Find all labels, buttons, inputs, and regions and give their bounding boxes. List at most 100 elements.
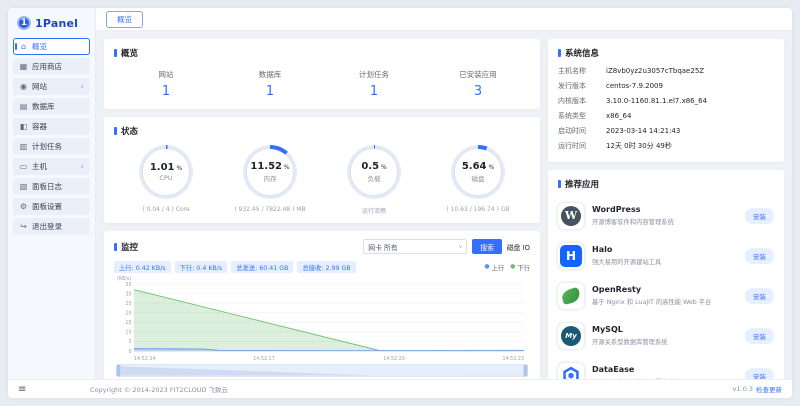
chart-legend: ● 上行 ● 下行: [484, 263, 530, 272]
info-label: 启动时间: [558, 127, 606, 136]
install-button[interactable]: 安装: [745, 328, 774, 344]
stat-value-link[interactable]: 1: [114, 84, 218, 99]
stat-label: 数据库: [218, 69, 322, 80]
gauge-sub: ( 932.45 / 7822.48 ) MB: [234, 206, 305, 213]
stat-label: 已安装应用: [426, 69, 530, 80]
sidebar-item-database[interactable]: ▤ 数据库: [13, 98, 90, 115]
traffic-tags: 上行: 0.42 KB/s 下行: 0.4 KB/s 总发送: 60.41 GB…: [114, 261, 530, 273]
stat-database: 数据库 1: [218, 69, 322, 99]
gauge-label: 磁盘: [472, 173, 485, 183]
gauge-ring: 5.64 % 磁盘: [451, 145, 505, 199]
install-button[interactable]: 安装: [745, 368, 774, 379]
sidebar-item-label: 主机: [32, 161, 47, 172]
svg-text:5: 5: [128, 339, 131, 345]
section-title-text: 系统信息: [565, 47, 599, 59]
brand-logo[interactable]: 1 1Panel: [13, 14, 90, 38]
stat-value-link[interactable]: 1: [322, 84, 426, 99]
monitor-controls: 网卡 所有 ∨ 搜索 磁盘 IO: [363, 239, 530, 254]
database-icon: ▤: [19, 102, 28, 111]
left-column: 概览 网站 1 数据库 1 计划任务: [104, 39, 540, 371]
install-button[interactable]: 安装: [745, 208, 774, 224]
section-title-monitor: 监控: [114, 241, 138, 253]
sidebar-item-panel-logs[interactable]: ▧ 面板日志: [13, 178, 90, 195]
sidebar-item-label: 退出登录: [32, 221, 62, 232]
disk-io-link[interactable]: 磁盘 IO: [507, 242, 530, 252]
logout-icon: ↪: [19, 222, 28, 231]
gauge-cpu: 1.01 % CPU ( 0.04 / 4 ) Core: [114, 145, 218, 215]
app-row-wordpress: W WordPress 开源博客软件和内容管理系统 安装: [558, 196, 774, 236]
gauge-value: 11.52 %: [250, 161, 289, 172]
stat-installed-apps: 已安装应用 3: [426, 69, 530, 99]
app-meta: MySQL 开源关系型数据库管理系统: [592, 325, 737, 346]
sidebar-item-label: 概览: [32, 41, 47, 52]
sidebar-menu: ⌂ 概览 ▦ 应用商店 ◉ 网站 ∨ ▤ 数据库 ◧ 容: [13, 38, 90, 235]
sidebar-item-label: 应用商店: [32, 61, 62, 72]
stat-value-link[interactable]: 1: [218, 84, 322, 99]
gauge-inner: 1.01 % CPU: [143, 149, 189, 195]
stat-value-link[interactable]: 3: [426, 84, 530, 99]
sidebar-item-website[interactable]: ◉ 网站 ∨: [13, 78, 90, 95]
gear-icon: ⚙: [19, 202, 28, 211]
sidebar-item-logout[interactable]: ↪ 退出登录: [13, 218, 90, 235]
gauge-sub: ( 10.63 / 196.74 ) GB: [446, 206, 509, 213]
install-button[interactable]: 安装: [745, 248, 774, 264]
sidebar-item-overview[interactable]: ⌂ 概览: [13, 38, 90, 55]
nic-select[interactable]: 网卡 所有 ∨: [363, 239, 467, 254]
main-area: 概览 概览 网站 1: [96, 8, 792, 379]
gauge-label: 内存: [264, 173, 277, 183]
info-row-uptime: 运行时间 12天 0时 30分 49秒: [558, 142, 774, 151]
status-gauges: 1.01 % CPU ( 0.04 / 4 ) Core 11.52 %: [114, 143, 530, 215]
app-name: WordPress: [592, 205, 737, 214]
gauge-inner: 0.5 % 负载: [351, 149, 397, 195]
footer: ≡ Copyright © 2014-2023 FIT2CLOUD 飞致云 v1…: [8, 379, 792, 398]
version-label: v1.0.3: [733, 385, 753, 393]
svg-text:14:52:23: 14:52:23: [502, 356, 524, 362]
sidebar-item-cronjob[interactable]: ▥ 计划任务: [13, 138, 90, 155]
tab-overview[interactable]: 概览: [106, 11, 143, 28]
openresty-glyph: [560, 286, 581, 304]
info-label: 系统类型: [558, 112, 606, 121]
app-meta: OpenResty 基于 Nginx 和 LuaJIT 的高性能 Web 平台: [592, 285, 737, 306]
search-button[interactable]: 搜索: [472, 239, 502, 254]
gauge-inner: 11.52 % 内存: [247, 149, 293, 195]
logo-icon: 1: [17, 16, 31, 30]
halo-icon: H: [558, 243, 584, 269]
section-title-apps: 推荐应用: [558, 178, 774, 190]
app-name: MySQL: [592, 325, 737, 334]
halo-glyph: H: [560, 245, 582, 267]
sidebar-item-label: 面板日志: [32, 181, 62, 192]
section-title-text: 状态: [121, 125, 138, 137]
section-title-text: 监控: [121, 241, 138, 253]
collapse-sidebar-icon[interactable]: ≡: [8, 384, 86, 395]
check-update-link[interactable]: 检查更新: [756, 384, 782, 394]
legend-dot-icon: ●: [510, 264, 515, 270]
chart-datazoom-slider[interactable]: [114, 364, 530, 377]
app-desc: 基于 Nginx 和 LuaJIT 的高性能 Web 平台: [592, 297, 737, 306]
stat-label: 计划任务: [322, 69, 426, 80]
info-label: 运行时间: [558, 142, 606, 151]
app-row-openresty: OpenResty 基于 Nginx 和 LuaJIT 的高性能 Web 平台 …: [558, 276, 774, 316]
mysql-glyph: My: [561, 326, 581, 346]
gauge-ring: 11.52 % 内存: [243, 145, 297, 199]
sidebar-item-host[interactable]: ▭ 主机 ∨: [13, 158, 90, 175]
dataease-glyph: [562, 367, 580, 379]
install-button[interactable]: 安装: [745, 288, 774, 304]
openresty-icon: [558, 283, 584, 309]
chevron-down-icon: ∨: [80, 84, 84, 90]
sidebar-item-appstore[interactable]: ▦ 应用商店: [13, 58, 90, 75]
overview-card: 概览 网站 1 数据库 1 计划任务: [104, 39, 540, 109]
sidebar-item-container[interactable]: ◧ 容器: [13, 118, 90, 135]
app-desc: 开源关系型数据库管理系统: [592, 337, 737, 346]
system-info-card: 系统信息 主机名称 iZ8vb0yz2u3057cTbqae25Z 发行版本 c…: [548, 39, 784, 162]
info-row-boot-time: 启动时间 2023-03-14 14:21:43: [558, 127, 774, 136]
info-value: 12天 0时 30分 49秒: [606, 142, 672, 151]
sidebar-item-panel-settings[interactable]: ⚙ 面板设置: [13, 198, 90, 215]
tag-downstream-rate: 下行: 0.4 KB/s: [175, 261, 228, 273]
section-title-overview: 概览: [114, 47, 530, 59]
legend-item-down[interactable]: ● 下行: [510, 263, 530, 272]
monitor-header: 监控 网卡 所有 ∨ 搜索 磁盘 IO: [114, 239, 530, 254]
sidebar-item-label: 计划任务: [32, 141, 62, 152]
mysql-icon: My: [558, 323, 584, 349]
section-title-system-info: 系统信息: [558, 47, 774, 59]
legend-item-up[interactable]: ● 上行: [484, 263, 504, 272]
